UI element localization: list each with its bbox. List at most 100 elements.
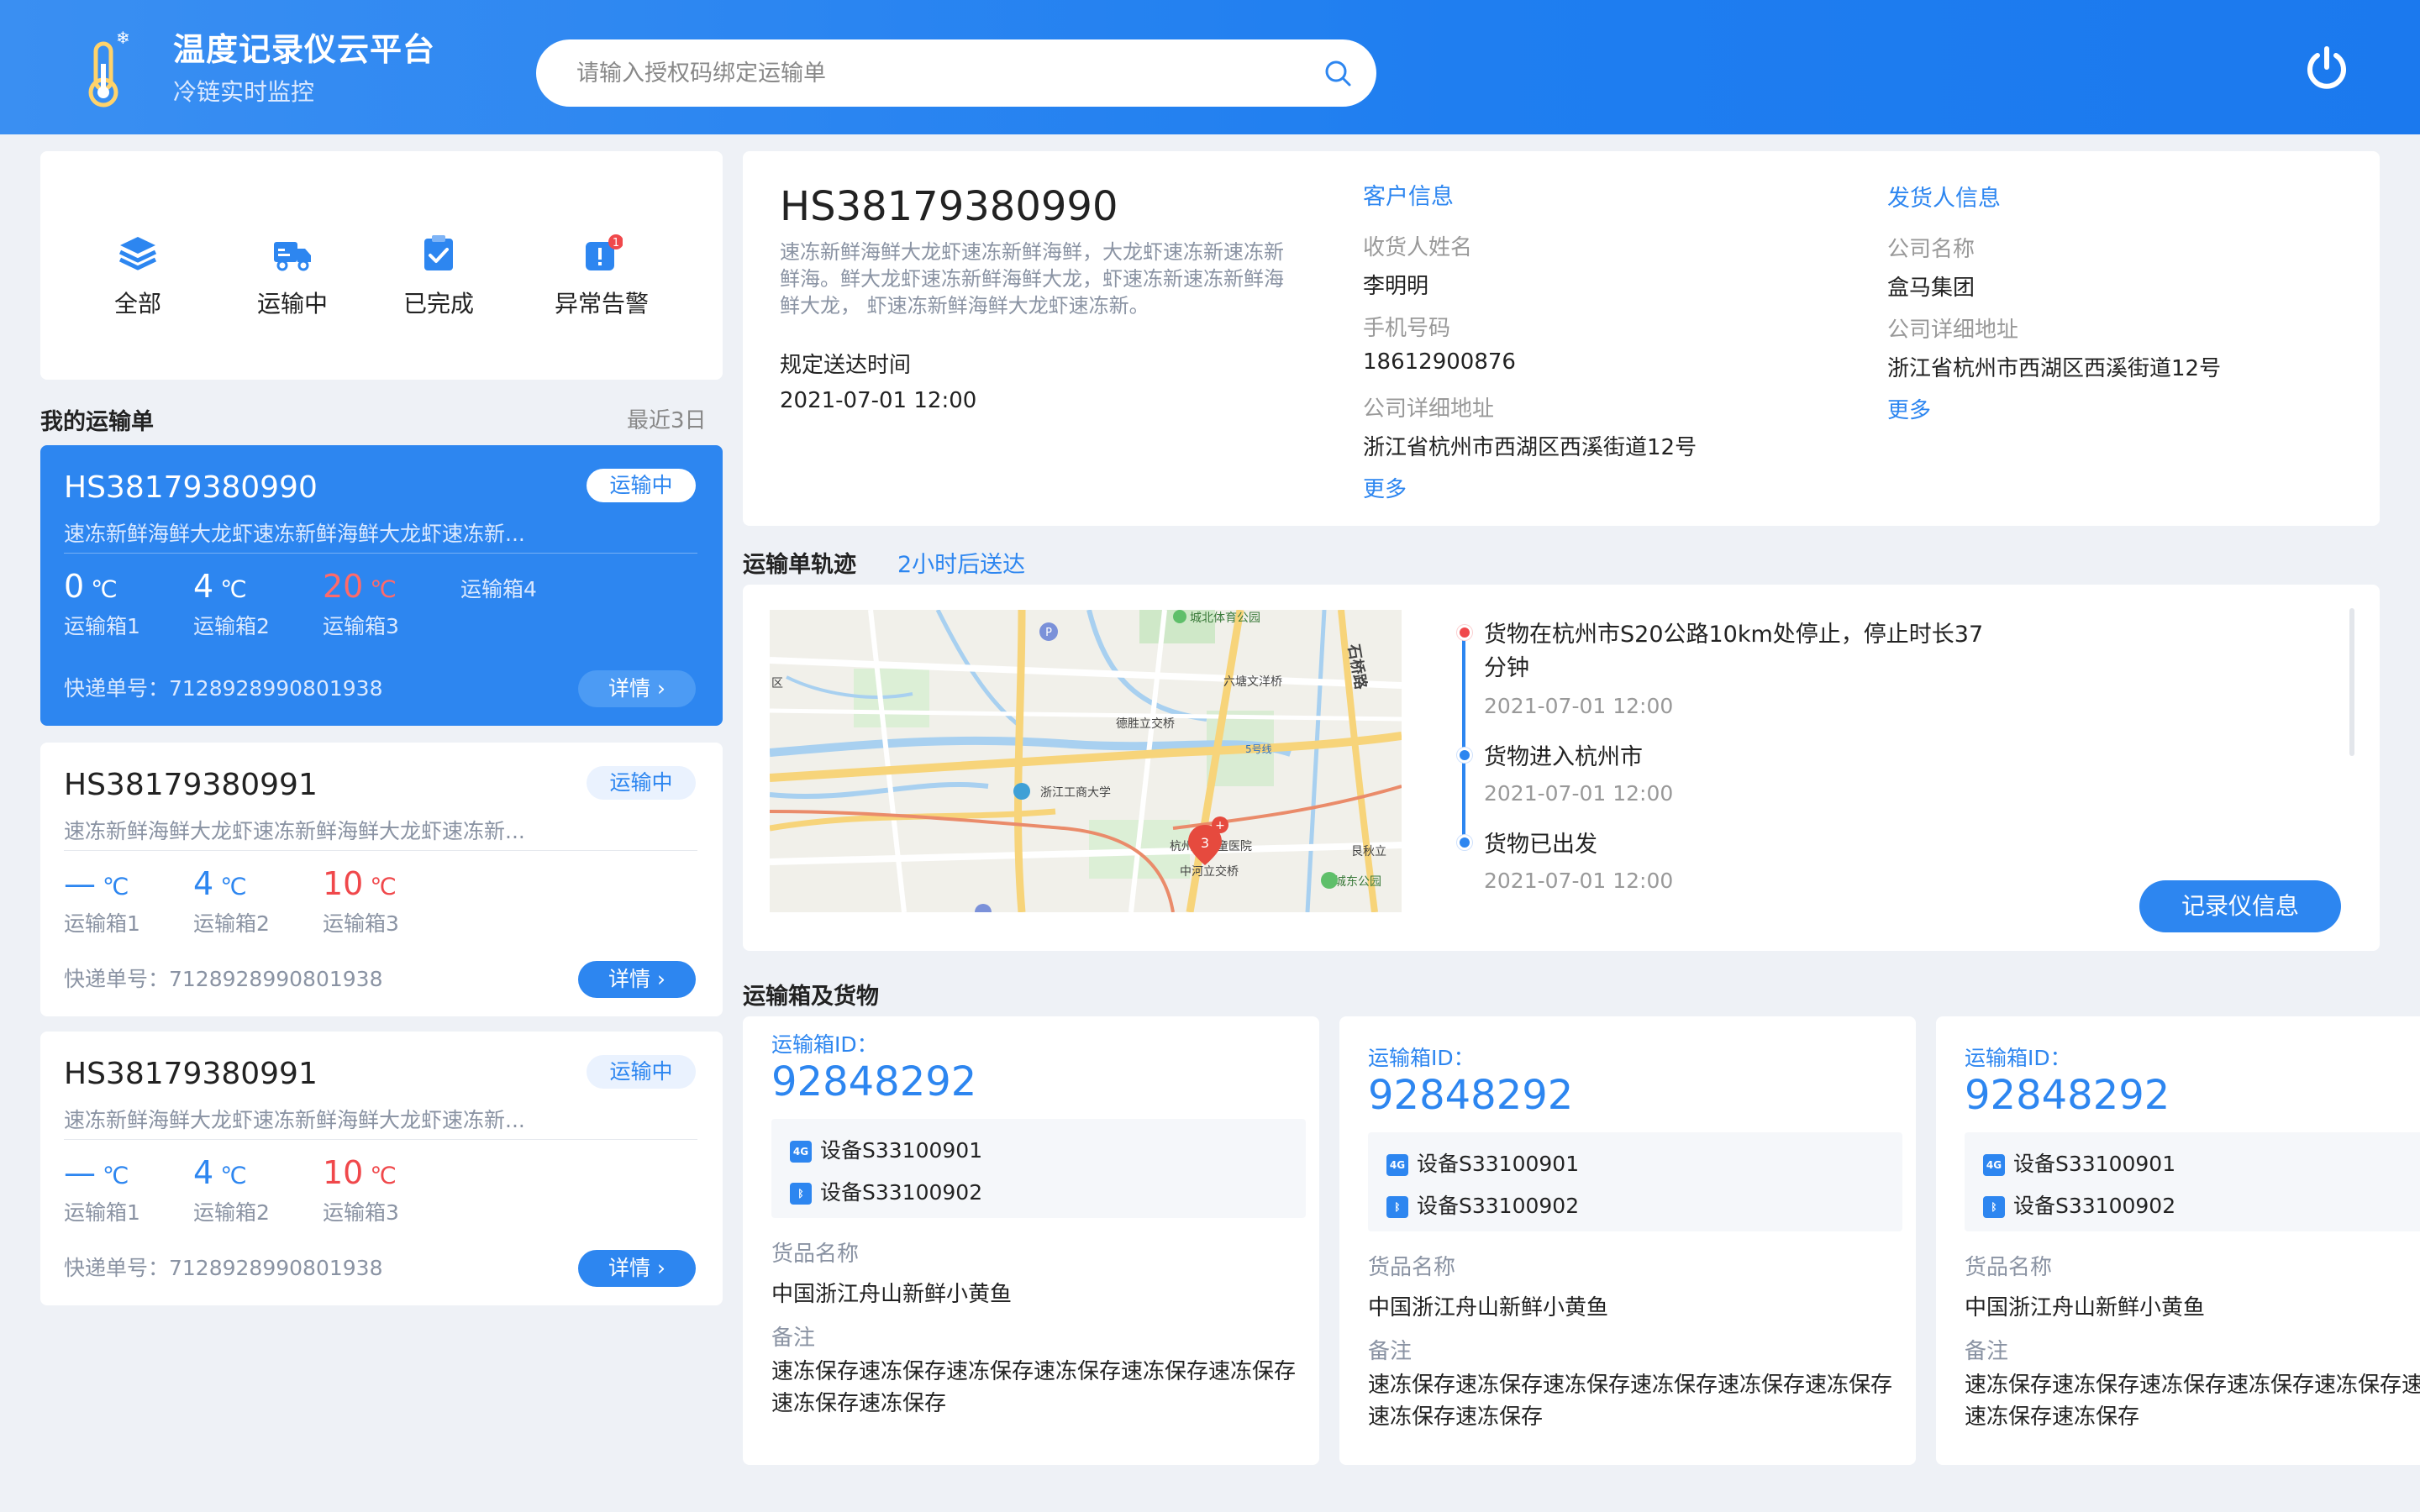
temp-unit: ℃ bbox=[91, 575, 118, 603]
bluetooth-icon: ᛒ bbox=[1386, 1196, 1408, 1218]
temp-value: 0 bbox=[64, 568, 85, 605]
device-list: 4G 设备S33100901 ᛒ 设备S33100902 bbox=[1965, 1132, 2420, 1231]
power-icon[interactable] bbox=[2304, 44, 2349, 91]
sender-more-link[interactable]: 更多 bbox=[1887, 393, 1931, 424]
temp-unit: ℃ bbox=[220, 873, 247, 900]
deadline-label: 规定送达时间 bbox=[780, 353, 912, 378]
detail-button-label: 详情 bbox=[608, 967, 651, 991]
goods-name: 中国浙江舟山新鲜小黄鱼 bbox=[1965, 1295, 2206, 1320]
temp-value: 4 bbox=[193, 865, 214, 902]
alert-icon: 1 bbox=[586, 234, 623, 270]
search-input[interactable] bbox=[576, 39, 1299, 107]
box-id: 92848292 bbox=[1368, 1072, 1574, 1119]
chevron-right-icon: › bbox=[656, 676, 666, 701]
goods-name: 中国浙江舟山新鲜小黄鱼 bbox=[771, 1282, 1013, 1307]
bluetooth-icon: ᛒ bbox=[790, 1183, 812, 1205]
app-title: 温度记录仪云平台 bbox=[173, 31, 436, 68]
device-name: 设备S33100902 bbox=[2013, 1194, 2176, 1218]
box-id: 92848292 bbox=[1965, 1072, 2170, 1119]
divider bbox=[64, 1139, 697, 1140]
goods-name-label: 货品名称 bbox=[1368, 1255, 1456, 1280]
box-card: 运输箱ID： 92848292 4G 设备S33100901 ᛒ 设备S331009… bbox=[1339, 1016, 1916, 1465]
customer-address-label: 公司详细地址 bbox=[1363, 396, 1495, 422]
filter-alarm[interactable]: 1 异常告警 bbox=[551, 234, 652, 319]
box-label: 运输箱1 bbox=[64, 911, 140, 936]
temp-unit: ℃ bbox=[370, 873, 397, 900]
filter-in-transit[interactable]: 运输中 bbox=[242, 234, 343, 319]
tracking-number: 快递单号：7128928990801938 bbox=[64, 967, 383, 991]
map-label-park: 城北体育公园 bbox=[1190, 612, 1260, 625]
route-map[interactable]: 城北体育公园 六塘文洋桥 德胜立交桥 浙江工商大学 杭州市儿童医院 中河立交桥 … bbox=[770, 610, 1402, 912]
temp-unit: ℃ bbox=[370, 575, 397, 603]
device-item: ᛒ 设备S33100902 bbox=[790, 1176, 982, 1206]
box-id-label: 运输箱ID： bbox=[771, 1032, 878, 1057]
search-icon[interactable] bbox=[1323, 58, 1353, 88]
status-badge: 运输中 bbox=[587, 469, 696, 502]
filter-in-transit-label: 运输中 bbox=[256, 290, 328, 318]
filter-alarm-label: 异常告警 bbox=[554, 290, 649, 318]
box-label: 运输箱1 bbox=[64, 1200, 140, 1225]
svg-text:+: + bbox=[1215, 819, 1225, 832]
sender-address-label: 公司详细地址 bbox=[1887, 318, 2019, 343]
box-label: 运输箱1 bbox=[64, 614, 140, 638]
recorder-info-button[interactable]: 记录仪信息 bbox=[2139, 880, 2341, 932]
order-detail-panel: HS38179380990 速冻新鲜海鲜大龙虾速冻新鲜海鲜，大龙虾速冻新速冻新鲜… bbox=[743, 151, 2380, 526]
order-card[interactable]: HS38179380990 运输中 速冻新鲜海鲜大龙虾速冻新鲜海鲜大龙虾速冻新.… bbox=[40, 445, 723, 726]
detail-button[interactable]: 详情 › bbox=[578, 961, 696, 998]
layers-icon bbox=[118, 237, 157, 270]
customer-more-link[interactable]: 更多 bbox=[1363, 472, 1407, 503]
map-label-bridge: 中河立交桥 bbox=[1180, 864, 1239, 879]
device-name: 设备S33100902 bbox=[1417, 1194, 1580, 1218]
chevron-right-icon: › bbox=[656, 1256, 666, 1280]
boxes-section-title: 运输箱及货物 bbox=[743, 984, 879, 1010]
detail-order-id: HS38179380990 bbox=[780, 183, 1118, 230]
truck-icon bbox=[274, 242, 311, 271]
status-badge: 运输中 bbox=[587, 1055, 696, 1089]
4g-icon: 4G bbox=[790, 1141, 812, 1163]
temp-unit: ℃ bbox=[103, 873, 129, 900]
box-temp: — ℃ 运输箱1 bbox=[64, 1154, 198, 1226]
timeline-scrollbar[interactable] bbox=[2349, 608, 2354, 756]
order-id: HS38179380991 bbox=[64, 1057, 318, 1091]
divider bbox=[64, 850, 697, 851]
company-name-label: 公司名称 bbox=[1887, 237, 1975, 262]
customer-address: 浙江省杭州市西湖区西溪街道12号 bbox=[1363, 435, 1697, 460]
device-item: ᛒ 设备S33100902 bbox=[1983, 1189, 2175, 1220]
temp-value: — bbox=[64, 865, 96, 902]
device-item: 4G 设备S33100901 bbox=[1386, 1147, 1579, 1178]
temp-unit: ℃ bbox=[220, 575, 247, 603]
filter-completed[interactable]: 已完成 bbox=[388, 234, 489, 319]
phone-value: 18612900876 bbox=[1363, 349, 1516, 375]
map-canvas: 城北体育公园 六塘文洋桥 德胜立交桥 浙江工商大学 杭州市儿童医院 中河立交桥 … bbox=[770, 610, 1402, 912]
event-dot-alert bbox=[1457, 625, 1472, 640]
order-id: HS38179380990 bbox=[64, 470, 318, 505]
order-card[interactable]: HS38179380991 运输中 速冻新鲜海鲜大龙虾速冻新鲜海鲜大龙虾速冻新.… bbox=[40, 1032, 723, 1305]
goods-name-label: 货品名称 bbox=[771, 1242, 860, 1267]
status-filter-panel: 全部 运输中 已完成 1 异常告警 bbox=[40, 151, 723, 380]
device-name: 设备S33100901 bbox=[1417, 1152, 1580, 1176]
temp-value: 4 bbox=[193, 1154, 214, 1191]
orders-range-filter[interactable]: 最近3日 bbox=[627, 403, 707, 434]
map-label-gen: 艮秋立 bbox=[1351, 845, 1386, 858]
filter-all[interactable]: 全部 bbox=[87, 234, 188, 319]
sender-address: 浙江省杭州市西湖区西溪街道12号 bbox=[1887, 356, 2222, 381]
sender-info-title: 发货人信息 bbox=[1887, 186, 2001, 212]
deadline-value: 2021-07-01 12:00 bbox=[780, 388, 977, 413]
detail-button[interactable]: 详情 › bbox=[578, 670, 696, 707]
timeline-line bbox=[1462, 635, 1465, 848]
detail-button[interactable]: 详情 › bbox=[578, 1250, 696, 1287]
track-section-title: 运输单轨迹 bbox=[743, 552, 856, 578]
map-label-university: 浙江工商大学 bbox=[1040, 786, 1111, 800]
device-item: 4G 设备S33100901 bbox=[790, 1134, 982, 1164]
note-value: 速冻保存速冻保存速冻保存速冻保存速冻保存速冻保存速冻保存速冻保存 bbox=[771, 1359, 1297, 1416]
tracking-number: 快递单号：7128928990801938 bbox=[64, 1256, 383, 1280]
chevron-right-icon: › bbox=[656, 967, 666, 991]
note-value: 速冻保存速冻保存速冻保存速冻保存速冻保存速冻保存速冻保存速冻保存 bbox=[1368, 1373, 1893, 1430]
temp-value: 10 bbox=[323, 865, 364, 902]
detail-button-label: 详情 bbox=[608, 676, 651, 701]
order-card[interactable]: HS38179380991 运输中 速冻新鲜海鲜大龙虾速冻新鲜海鲜大龙虾速冻新.… bbox=[40, 743, 723, 1016]
customer-info-title: 客户信息 bbox=[1363, 184, 1454, 210]
map-label-interchange2: 德胜立交桥 bbox=[1116, 717, 1175, 731]
event-text: 货物在杭州市S20公路10km处停止，停止时长37分钟 bbox=[1484, 622, 1984, 681]
note-label: 备注 bbox=[1965, 1339, 2009, 1364]
